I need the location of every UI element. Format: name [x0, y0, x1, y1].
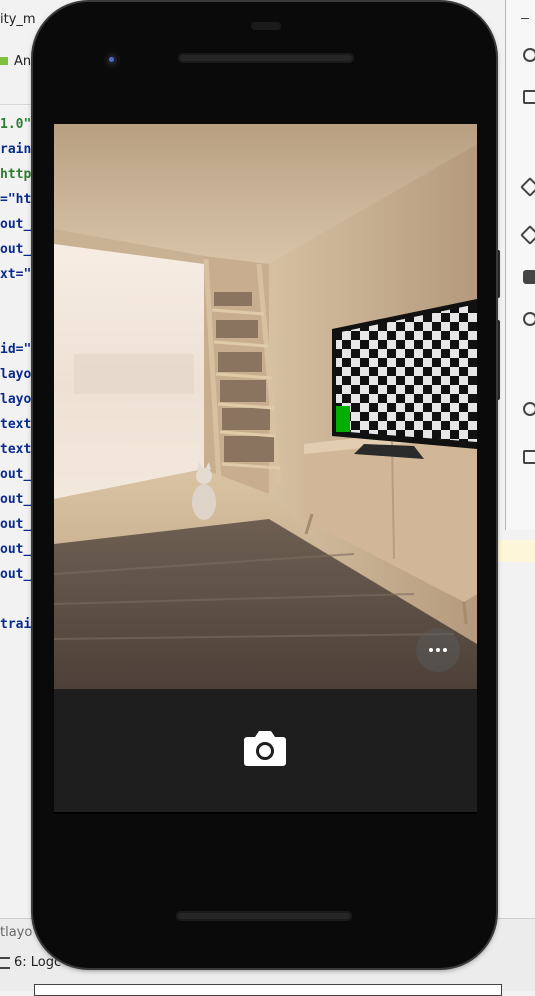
code-line: layo [0, 367, 32, 382]
editor-tab-label: ity_m [0, 12, 36, 27]
phone-screen [54, 124, 477, 814]
phone-frame [33, 2, 496, 968]
android-nav-bar [54, 812, 477, 814]
bottom-input-field[interactable] [34, 984, 502, 996]
minimize-icon[interactable] [521, 18, 529, 19]
camera-icon [244, 731, 286, 766]
camera-controls-bar [54, 689, 477, 812]
tool-icon[interactable] [523, 402, 535, 416]
tool-icon[interactable] [523, 450, 535, 464]
code-line: http [0, 167, 32, 182]
logcat-icon [0, 956, 10, 969]
tab-label[interactable]: tlayo [0, 925, 32, 940]
more-horizontal-icon [429, 648, 433, 652]
shutter-button[interactable] [243, 729, 287, 767]
code-line: layo [0, 392, 32, 407]
top-speaker [178, 53, 354, 63]
code-line: text [0, 442, 32, 457]
tool-icon[interactable] [523, 312, 535, 326]
viewfinder-image [54, 124, 477, 689]
camera-viewfinder [54, 124, 477, 689]
more-options-button[interactable] [416, 628, 460, 672]
bottom-speaker [176, 911, 352, 921]
code-line: xt=" [0, 267, 32, 282]
code-line: text [0, 417, 32, 432]
tool-icon[interactable] [523, 270, 535, 284]
earpiece [251, 22, 281, 30]
front-camera-icon [104, 52, 120, 68]
tool-icon[interactable] [523, 48, 535, 62]
tool-icon[interactable] [523, 90, 535, 104]
logcat-tab[interactable]: 6: Logc [0, 955, 61, 970]
logcat-label: 6: Logc [14, 955, 62, 970]
code-line: id=" [0, 342, 32, 357]
code-line: 1.0" [0, 117, 32, 132]
android-icon [0, 57, 8, 65]
